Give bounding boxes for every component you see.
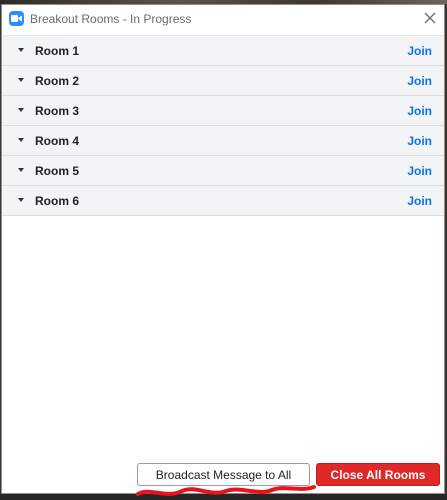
caret-down-icon[interactable]: [18, 78, 24, 82]
broadcast-message-button[interactable]: Broadcast Message to All: [137, 463, 310, 486]
join-room-button[interactable]: Join: [407, 164, 432, 178]
close-icon[interactable]: [422, 10, 438, 26]
rooms-list: Room 1 Join Room 2 Join Room 3 Join Room…: [2, 35, 444, 216]
room-row[interactable]: Room 6 Join: [2, 186, 444, 216]
room-row[interactable]: Room 5 Join: [2, 156, 444, 186]
breakout-rooms-window: Breakout Rooms - In Progress Room 1 Join…: [1, 4, 445, 494]
room-name: Room 2: [35, 74, 80, 88]
join-room-button[interactable]: Join: [407, 194, 432, 208]
room-row[interactable]: Room 4 Join: [2, 126, 444, 156]
zoom-camera-icon: [9, 11, 24, 26]
room-row[interactable]: Room 3 Join: [2, 96, 444, 126]
room-row[interactable]: Room 1 Join: [2, 35, 444, 66]
join-room-button[interactable]: Join: [407, 74, 432, 88]
room-name: Room 5: [35, 164, 80, 178]
join-room-button[interactable]: Join: [407, 104, 432, 118]
caret-down-icon[interactable]: [18, 138, 24, 142]
window-title: Breakout Rooms - In Progress: [30, 12, 192, 26]
room-name: Room 4: [35, 134, 80, 148]
room-name: Room 3: [35, 104, 80, 118]
join-room-button[interactable]: Join: [407, 134, 432, 148]
room-name: Room 1: [35, 44, 80, 58]
caret-down-icon[interactable]: [18, 168, 24, 172]
caret-down-icon[interactable]: [18, 198, 24, 202]
title-bar: Breakout Rooms - In Progress: [2, 5, 444, 33]
caret-down-icon[interactable]: [18, 108, 24, 112]
join-room-button[interactable]: Join: [407, 44, 432, 58]
room-row[interactable]: Room 2 Join: [2, 66, 444, 96]
room-name: Room 6: [35, 194, 80, 208]
caret-down-icon[interactable]: [18, 48, 24, 52]
close-all-rooms-button[interactable]: Close All Rooms: [316, 463, 440, 486]
background-bottom-strip: [0, 494, 447, 500]
